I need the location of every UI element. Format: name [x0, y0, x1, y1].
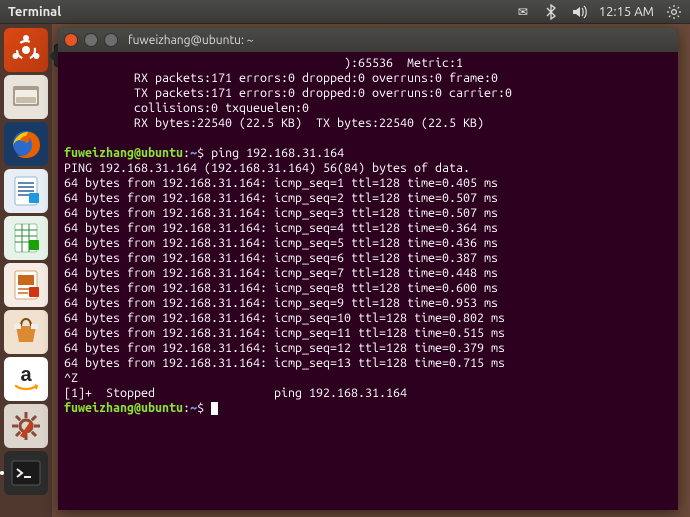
ping-reply: 64 bytes from 192.168.31.164: icmp_seq=4…	[64, 221, 498, 235]
bluetooth-icon[interactable]	[543, 4, 559, 20]
clock[interactable]: 12:15 AM	[599, 5, 654, 19]
ctrl-z: ^Z	[64, 371, 78, 385]
ping-start: PING 192.168.31.164 (192.168.31.164) 56(…	[64, 161, 470, 175]
ping-reply: 64 bytes from 192.168.31.164: icmp_seq=5…	[64, 236, 498, 250]
rx-bytes: RX bytes:22540 (22.5 KB) TX bytes:22540 …	[64, 116, 484, 130]
running-indicator	[0, 471, 4, 475]
ping-reply: 64 bytes from 192.168.31.164: icmp_seq=1…	[64, 311, 505, 325]
focused-app-name: Terminal	[8, 5, 61, 19]
close-icon[interactable]	[64, 33, 78, 47]
window-titlebar[interactable]: fuweizhang@ubuntu: ~	[58, 28, 678, 52]
ping-reply: 64 bytes from 192.168.31.164: icmp_seq=2…	[64, 191, 498, 205]
maximize-icon[interactable]	[104, 33, 118, 47]
iface-detail: ):65536 Metric:1	[344, 56, 463, 70]
svg-text:a: a	[20, 364, 32, 386]
ping-reply: 64 bytes from 192.168.31.164: icmp_seq=1…	[64, 176, 498, 190]
terminal-button[interactable]	[4, 451, 48, 495]
files-button[interactable]	[4, 75, 48, 119]
amazon-button[interactable]: a	[4, 357, 48, 401]
ping-reply: 64 bytes from 192.168.31.164: icmp_seq=3…	[64, 206, 498, 220]
minimize-icon[interactable]	[84, 33, 98, 47]
rx-packets: RX packets:171 errors:0 dropped:0 overru…	[64, 71, 498, 85]
system-settings-button[interactable]	[4, 404, 48, 448]
software-center-button[interactable]	[4, 310, 48, 354]
sound-icon[interactable]	[571, 4, 587, 20]
ping-reply: 64 bytes from 192.168.31.164: icmp_seq=8…	[64, 281, 498, 295]
collisions: collisions:0 txqueuelen:0	[64, 101, 309, 115]
ping-reply: 64 bytes from 192.168.31.164: icmp_seq=9…	[64, 296, 498, 310]
ping-reply: 64 bytes from 192.168.31.164: icmp_seq=1…	[64, 341, 505, 355]
ping-reply: 64 bytes from 192.168.31.164: icmp_seq=1…	[64, 356, 505, 370]
prompt-user: fuweizhang	[64, 401, 134, 415]
writer-button[interactable]	[4, 169, 48, 213]
window-title: fuweizhang@ubuntu: ~	[128, 34, 254, 47]
terminal-output[interactable]: ):65536 Metric:1 RX packets:171 errors:0…	[58, 52, 678, 420]
gear-icon[interactable]	[666, 4, 682, 20]
stopped-job: [1]+ Stopped ping 192.168.31.164	[64, 386, 407, 400]
calc-button[interactable]	[4, 216, 48, 260]
ping-reply: 64 bytes from 192.168.31.164: icmp_seq=6…	[64, 251, 498, 265]
terminal-window: fuweizhang@ubuntu: ~ ):65536 Metric:1 RX…	[58, 28, 678, 510]
menu-bar: Terminal ✉ 12:15 AM	[0, 0, 690, 24]
terminal-cursor	[211, 402, 218, 415]
dash-button[interactable]	[4, 28, 48, 72]
ping-reply: 64 bytes from 192.168.31.164: icmp_seq=1…	[64, 326, 505, 340]
firefox-button[interactable]	[4, 122, 48, 166]
typed-command: ping 192.168.31.164	[211, 146, 344, 160]
unity-launcher: a	[0, 24, 52, 517]
system-indicators: ✉ 12:15 AM	[515, 4, 682, 20]
mail-icon[interactable]: ✉	[515, 4, 531, 20]
ping-reply: 64 bytes from 192.168.31.164: icmp_seq=7…	[64, 266, 498, 280]
prompt-user: fuweizhang	[64, 146, 134, 160]
tx-packets: TX packets:171 errors:0 dropped:0 overru…	[64, 86, 512, 100]
impress-button[interactable]	[4, 263, 48, 307]
